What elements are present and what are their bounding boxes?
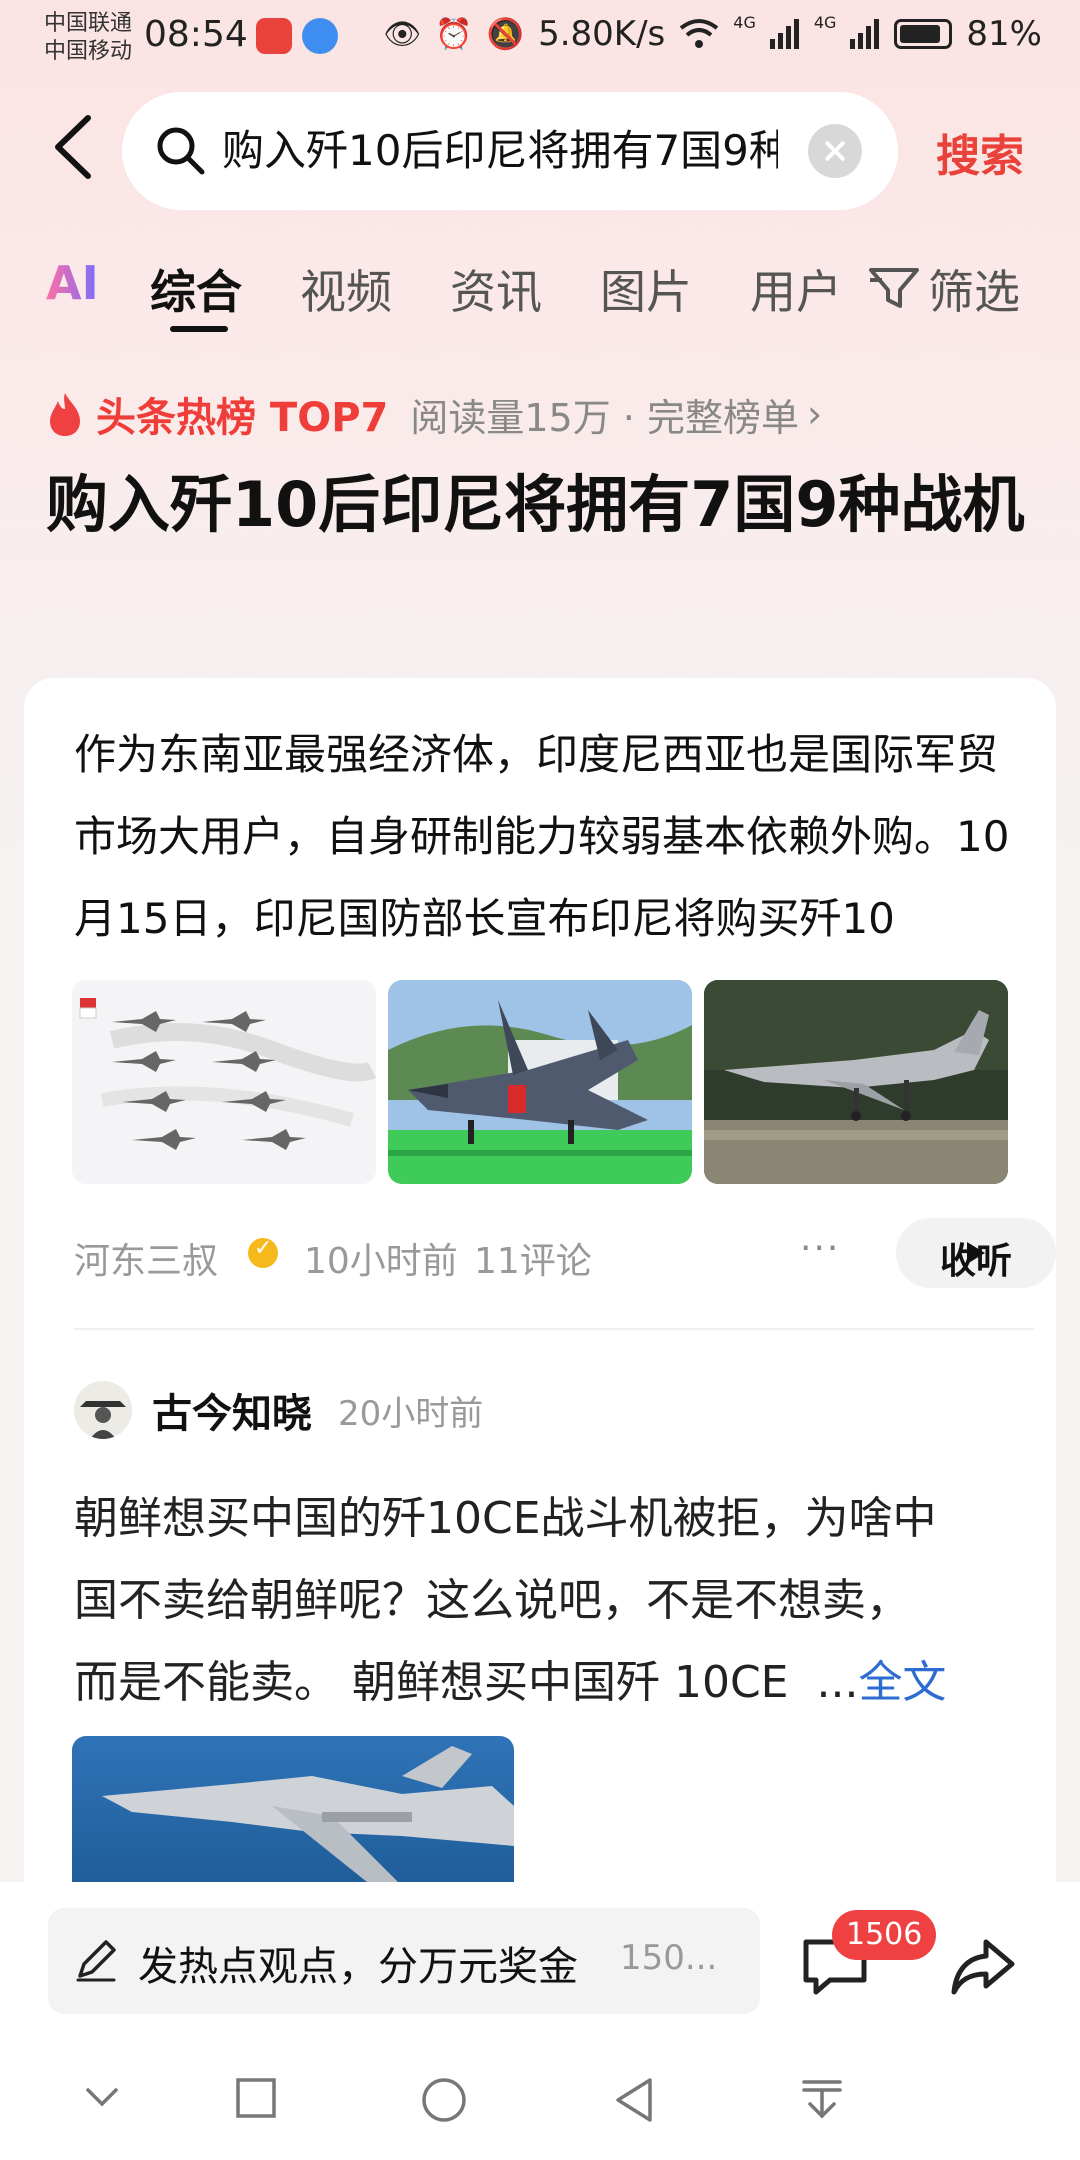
clock: 08:54 xyxy=(144,14,248,55)
truncation-ellipsis: ... xyxy=(816,1657,859,1708)
battery-percent: 81% xyxy=(966,14,1042,54)
comment-hint: 150... xyxy=(620,1938,718,1978)
article-thumbnail-1[interactable] xyxy=(72,980,376,1184)
divider xyxy=(74,1328,1034,1330)
read-full-link[interactable]: 全文 xyxy=(858,1657,946,1708)
tab-ai[interactable]: AI xyxy=(46,256,99,310)
filter-button[interactable]: 筛选 xyxy=(868,256,1020,322)
fighter-over-sea-image xyxy=(72,1736,514,1896)
article-summary[interactable]: 作为东南亚最强经济体，印度尼西亚也是国际军贸市场大用户，自身研制能力较弱基本依赖… xyxy=(74,714,1020,960)
back-arrow-icon[interactable] xyxy=(48,112,98,182)
battery-icon xyxy=(894,19,953,49)
post-body[interactable]: 朝鲜想买中国的歼10CE战斗机被拒，为啥中 国不卖给朝鲜呢？这么说吧，不是不想卖… xyxy=(74,1478,1024,1724)
back-icon[interactable] xyxy=(612,2076,656,2124)
mute-icon: 🔕 xyxy=(486,16,525,52)
search-button[interactable]: 搜索 xyxy=(936,120,1024,184)
tab-comprehensive[interactable]: 综合 xyxy=(150,256,242,322)
status-indicators: 👁 ⏰ 🔕 5.80K/s 4G 4G 81% xyxy=(383,12,1042,55)
more-options-icon[interactable]: ··· xyxy=(800,1228,840,1269)
carrier-2: 中国移动 xyxy=(44,39,133,64)
post-author[interactable]: 古今知晓 xyxy=(152,1381,312,1439)
wifi-icon xyxy=(680,19,719,48)
post-body-line: 而是不能卖。 朝鲜想买中国歼 10CE ...全文 xyxy=(74,1642,1024,1724)
result-tabs: AI 综合 视频 资讯 图片 用户 筛选 xyxy=(0,250,1080,340)
active-tab-indicator xyxy=(170,326,228,332)
article-time: 10小时前 xyxy=(304,1241,458,1282)
eye-icon: 👁 xyxy=(383,16,422,52)
avatar[interactable] xyxy=(74,1381,132,1439)
post-body-line: 朝鲜想买中国的歼10CE战斗机被拒，为啥中 xyxy=(74,1493,937,1544)
post-body-line: 国不卖给朝鲜呢？这么说吧，不是不想卖， xyxy=(74,1575,910,1626)
post-image[interactable] xyxy=(72,1736,514,1896)
download-icon[interactable] xyxy=(800,2076,844,2124)
filter-icon xyxy=(869,268,919,308)
comment-bar: 发热点观点，分万元奖金 150... 1506 xyxy=(0,1882,1080,2032)
system-nav-bar xyxy=(0,2032,1080,2160)
post-header: 古今知晓 20小时前 xyxy=(74,1380,483,1440)
signal-bars-1-icon xyxy=(769,19,799,49)
comment-input[interactable]: 发热点观点，分万元奖金 150... xyxy=(48,1908,760,2014)
status-bar: 中国联通 中国移动 08:54 👁 ⏰ 🔕 5.80K/s 4G 4G 81% xyxy=(0,0,1080,80)
flame-icon xyxy=(50,393,80,436)
signal-1-icon: 4G xyxy=(733,12,756,32)
search-input[interactable]: 购入歼10后印尼将拥有7国9种战机 xyxy=(222,120,778,182)
collapse-icon[interactable] xyxy=(82,2076,122,2116)
verified-badge-icon xyxy=(248,1236,278,1268)
article-comment-count[interactable]: 11评论 xyxy=(474,1232,592,1284)
recents-icon[interactable] xyxy=(234,2076,278,2120)
share-icon[interactable] xyxy=(950,1936,1016,1998)
listen-button[interactable]: 收听 xyxy=(896,1218,1056,1288)
alarm-icon: ⏰ xyxy=(435,16,473,52)
browser-icon xyxy=(302,18,338,54)
article-thumbnail-3[interactable] xyxy=(704,980,1008,1184)
hot-board-link[interactable]: 头条热榜 TOP7 阅读量15万 · 完整榜单 › xyxy=(46,384,822,444)
net-speed: 5.80K/s xyxy=(538,14,666,54)
signal-bars-2-icon xyxy=(850,19,880,49)
tab-video[interactable]: 视频 xyxy=(300,256,392,322)
carrier-1: 中国联通 xyxy=(44,11,133,36)
hot-board-tag: 头条热榜 TOP7 xyxy=(96,395,389,441)
stealth-fighter-image xyxy=(388,980,692,1184)
tab-users[interactable]: 用户 xyxy=(750,256,842,322)
hot-board-meta: 阅读量15万 · 完整榜单 xyxy=(410,395,799,440)
comment-placeholder: 发热点观点，分万元奖金 xyxy=(138,1944,578,1990)
post-time: 20小时前 xyxy=(338,1393,484,1434)
signal-2-icon: 4G xyxy=(813,12,837,32)
rafale-jet-image xyxy=(704,980,1008,1184)
article-meta: 河东三叔 10小时前 11评论 ··· 收听 xyxy=(74,1218,1056,1288)
article-thumbnail-2[interactable] xyxy=(388,980,692,1184)
search-icon xyxy=(157,127,205,175)
filter-label: 筛选 xyxy=(928,265,1020,319)
article-author[interactable]: 河东三叔 xyxy=(74,1232,218,1284)
comment-count-badge: 1506 xyxy=(832,1910,937,1960)
home-icon[interactable] xyxy=(420,2076,468,2124)
tab-images[interactable]: 图片 xyxy=(600,256,692,322)
clear-search-button[interactable] xyxy=(808,124,862,178)
chevron-right-icon: › xyxy=(806,392,823,436)
fleet-chart-image xyxy=(72,980,376,1184)
tab-news[interactable]: 资讯 xyxy=(450,256,542,322)
post-body-line-text: 而是不能卖。 朝鲜想买中国歼 10CE xyxy=(74,1657,789,1708)
listen-label: 收听 xyxy=(939,1241,1012,1282)
search-box[interactable]: 购入歼10后印尼将拥有7国9种战机 xyxy=(122,92,898,210)
hot-topic-title[interactable]: 购入歼10后印尼将拥有7国9种战机 xyxy=(46,460,1036,550)
pen-icon xyxy=(76,1940,116,1982)
carrier-labels: 中国联通 中国移动 xyxy=(44,10,132,66)
huawei-store-icon xyxy=(256,18,292,54)
